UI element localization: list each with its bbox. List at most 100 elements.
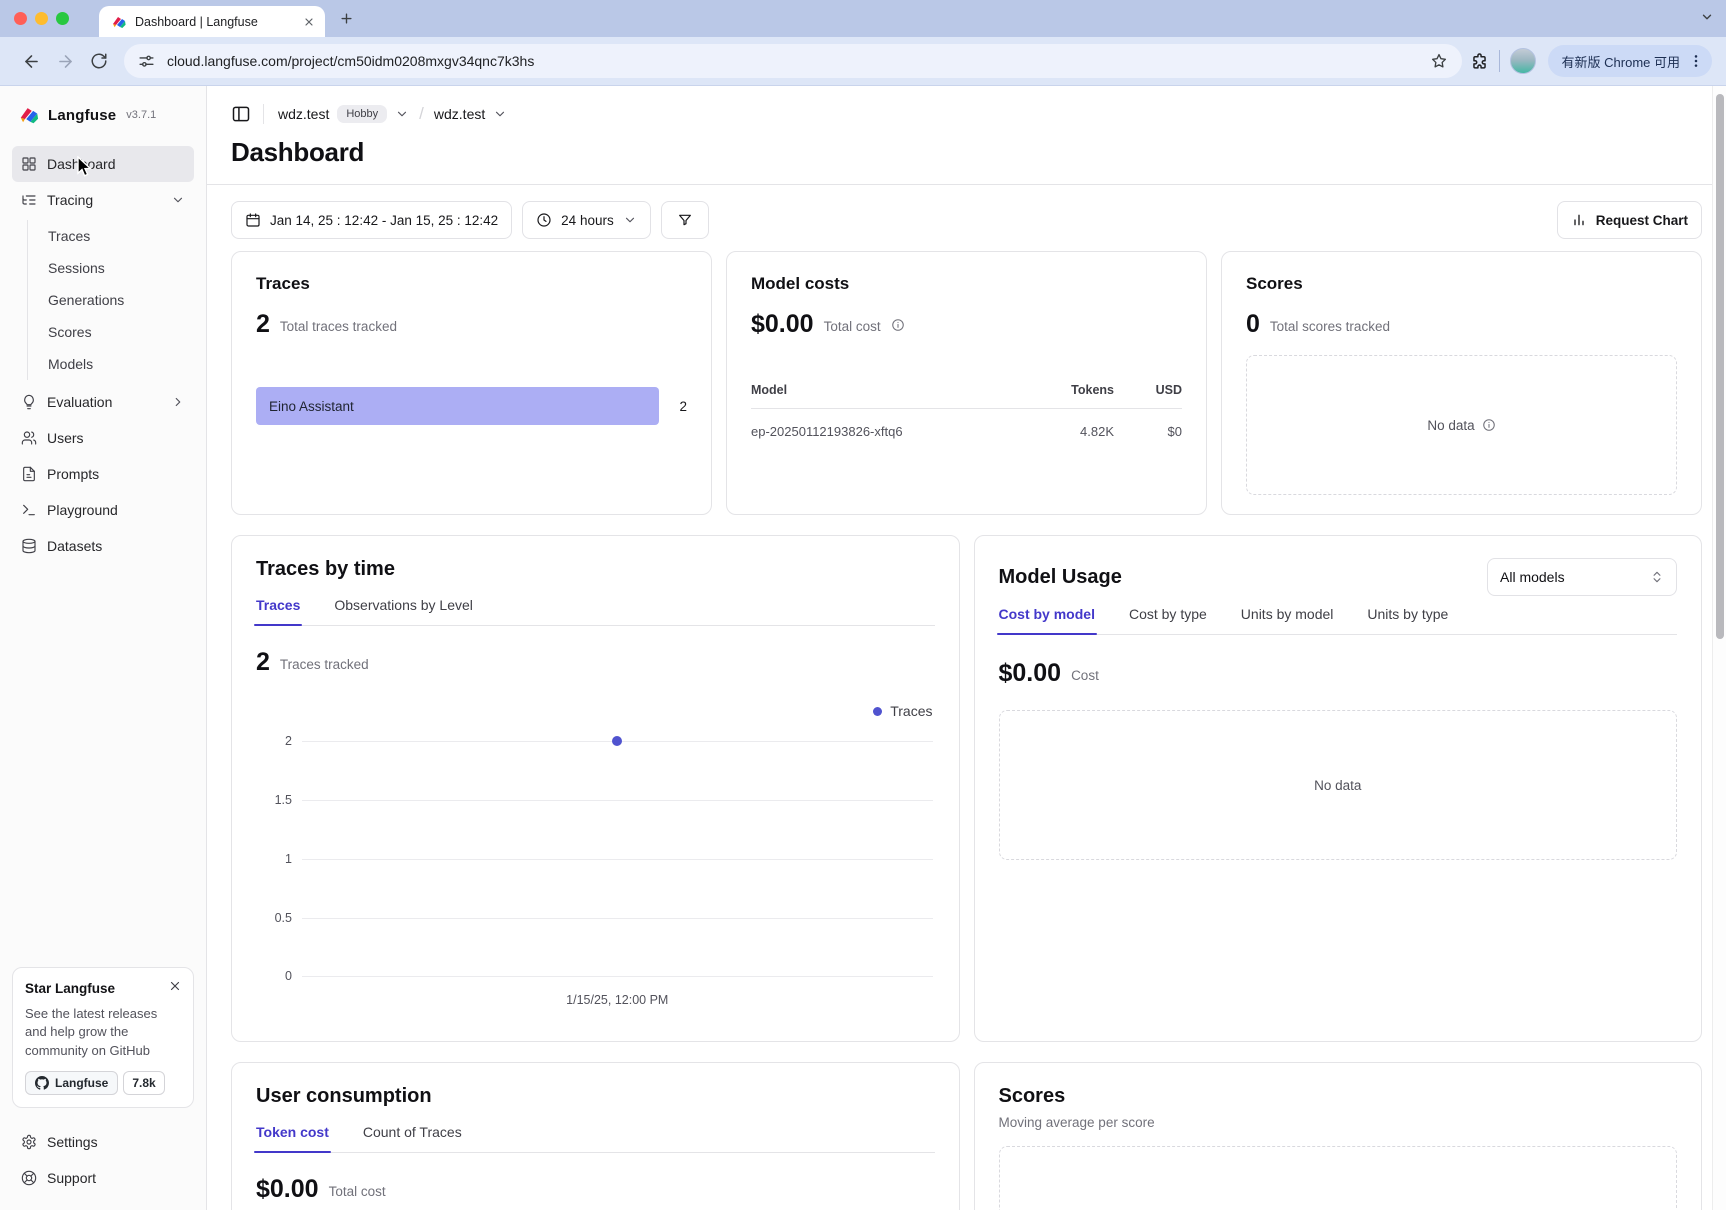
sidebar-item-settings[interactable]: Settings (12, 1124, 194, 1160)
user-consumption-tabs: Token cost Count of Traces (256, 1124, 935, 1153)
tab-search-chevron-icon[interactable] (1700, 10, 1714, 24)
profile-avatar[interactable] (1510, 48, 1536, 74)
forward-button[interactable] (48, 44, 82, 78)
github-repo-badge[interactable]: Langfuse (25, 1071, 118, 1095)
plot-area: 2 1.5 1 0.5 0 (302, 741, 933, 977)
legend-label: Traces (890, 703, 932, 719)
model-usage-tabs: Cost by model Cost by type Units by mode… (999, 606, 1678, 635)
url-bar[interactable]: cloud.langfuse.com/project/cm50idm0208mx… (124, 44, 1462, 78)
file-text-icon (21, 466, 37, 482)
browser-tab[interactable]: Dashboard | Langfuse (99, 6, 325, 37)
sidebar-item-sessions[interactable]: Sessions (28, 252, 194, 284)
terminal-icon (21, 502, 37, 518)
trace-name-bar[interactable]: Eino Assistant (256, 387, 659, 425)
filter-button[interactable] (661, 201, 709, 239)
card-title: User consumption (256, 1085, 935, 1108)
sub-item-label: Generations (48, 292, 124, 308)
sidebar-item-label: Users (47, 430, 84, 446)
scores-moving-average-card: Scores Moving average per score No data (974, 1062, 1703, 1210)
chevron-down-icon (395, 107, 409, 121)
reload-button[interactable] (82, 44, 116, 78)
sidebar-item-scores[interactable]: Scores (28, 316, 194, 348)
tab-close-icon[interactable] (303, 16, 315, 28)
sidebar-item-prompts[interactable]: Prompts (12, 456, 194, 492)
scores-total-value: 0 (1246, 310, 1260, 339)
breadcrumb: wdz.test Hobby / wdz.test (231, 100, 1702, 128)
info-icon[interactable] (891, 318, 905, 332)
user-consumption-label: Total cost (329, 1184, 386, 1199)
y-tick: 2 (258, 734, 292, 748)
life-buoy-icon (21, 1170, 37, 1186)
sidebar: Langfuse v3.7.1 Dashboard Tracing Traces… (0, 86, 207, 1210)
window-zoom-button[interactable] (56, 12, 69, 25)
traces-by-time-card: Traces by time Traces Observations by Le… (231, 535, 960, 1042)
page-scrollbar[interactable] (1712, 86, 1726, 1210)
tab-cost-by-type[interactable]: Cost by type (1129, 606, 1207, 634)
tab-cost-by-model[interactable]: Cost by model (999, 606, 1095, 634)
x-tick: 1/15/25, 12:00 PM (566, 993, 668, 1007)
no-data-label: No data (1427, 418, 1474, 433)
model-costs-label: Total cost (824, 319, 881, 334)
page-title: Dashboard (231, 137, 1702, 168)
project-switcher[interactable]: wdz.test (434, 106, 507, 122)
date-range-picker[interactable]: Jan 14, 25 : 12:42 - Jan 15, 25 : 12:42 (231, 201, 512, 239)
chrome-update-button[interactable]: 有新版 Chrome 可用 (1548, 45, 1712, 77)
select-value: All models (1500, 569, 1565, 585)
brand-name: Langfuse (48, 107, 116, 124)
usd-cell: $0 (1114, 424, 1182, 439)
sidebar-item-generations[interactable]: Generations (28, 284, 194, 316)
star-card-title: Star Langfuse (25, 981, 181, 996)
browser-menu-kebab-icon[interactable] (1688, 53, 1704, 69)
close-icon[interactable] (168, 979, 182, 993)
request-chart-button[interactable]: Request Chart (1557, 201, 1702, 239)
no-data-placeholder: No data (1246, 355, 1677, 495)
plan-badge: Hobby (337, 105, 387, 123)
breadcrumb-slash: / (419, 104, 424, 124)
sidebar-item-models[interactable]: Models (28, 348, 194, 380)
model-usage-cost-value: $0.00 (999, 659, 1062, 688)
column-header: Model (751, 383, 1019, 397)
site-settings-icon[interactable] (138, 53, 155, 70)
sidebar-item-label: Support (47, 1170, 96, 1186)
new-tab-button[interactable] (339, 11, 354, 26)
sidebar-item-dashboard[interactable]: Dashboard (12, 146, 194, 182)
sidebar-item-evaluation[interactable]: Evaluation (12, 384, 194, 420)
sidebar-item-label: Evaluation (47, 394, 112, 410)
dashboard-grid-icon (21, 156, 37, 172)
sub-item-label: Models (48, 356, 93, 372)
github-stars-badge[interactable]: 7.8k (123, 1071, 164, 1095)
tab-count-of-traces[interactable]: Count of Traces (363, 1124, 462, 1152)
chevron-down-icon (623, 213, 637, 227)
sidebar-toggle-icon[interactable] (231, 104, 251, 124)
interval-select[interactable]: 24 hours (522, 201, 651, 239)
sidebar-item-label: Tracing (47, 192, 93, 208)
tab-traces[interactable]: Traces (256, 597, 300, 625)
extensions-puzzle-icon[interactable] (1470, 52, 1489, 71)
no-data-label: No data (1314, 778, 1361, 793)
tab-token-cost[interactable]: Token cost (256, 1124, 329, 1152)
star-langfuse-card: Star Langfuse See the latest releases an… (12, 967, 194, 1108)
sidebar-item-tracing[interactable]: Tracing (12, 182, 194, 218)
window-close-button[interactable] (14, 12, 27, 25)
sidebar-item-traces[interactable]: Traces (28, 220, 194, 252)
sidebar-item-users[interactable]: Users (12, 420, 194, 456)
scrollbar-thumb[interactable] (1716, 94, 1724, 639)
bookmark-star-icon[interactable] (1430, 52, 1448, 70)
sidebar-item-playground[interactable]: Playground (12, 492, 194, 528)
window-minimize-button[interactable] (35, 12, 48, 25)
calendar-icon (245, 212, 261, 228)
tab-units-by-type[interactable]: Units by type (1367, 606, 1448, 634)
info-icon[interactable] (1482, 418, 1496, 432)
back-button[interactable] (14, 44, 48, 78)
bar-chart-icon (1571, 212, 1587, 228)
card-title: Model Usage (999, 566, 1122, 589)
user-consumption-card: User consumption Token cost Count of Tra… (231, 1062, 960, 1210)
org-switcher[interactable]: wdz.test Hobby (278, 105, 409, 123)
sidebar-item-label: Prompts (47, 466, 99, 482)
tab-units-by-model[interactable]: Units by model (1241, 606, 1334, 634)
sidebar-item-support[interactable]: Support (12, 1160, 194, 1196)
tab-observations-by-level[interactable]: Observations by Level (334, 597, 473, 625)
sidebar-item-datasets[interactable]: Datasets (12, 528, 194, 564)
all-models-select[interactable]: All models (1487, 558, 1677, 596)
brand[interactable]: Langfuse v3.7.1 (12, 102, 194, 126)
